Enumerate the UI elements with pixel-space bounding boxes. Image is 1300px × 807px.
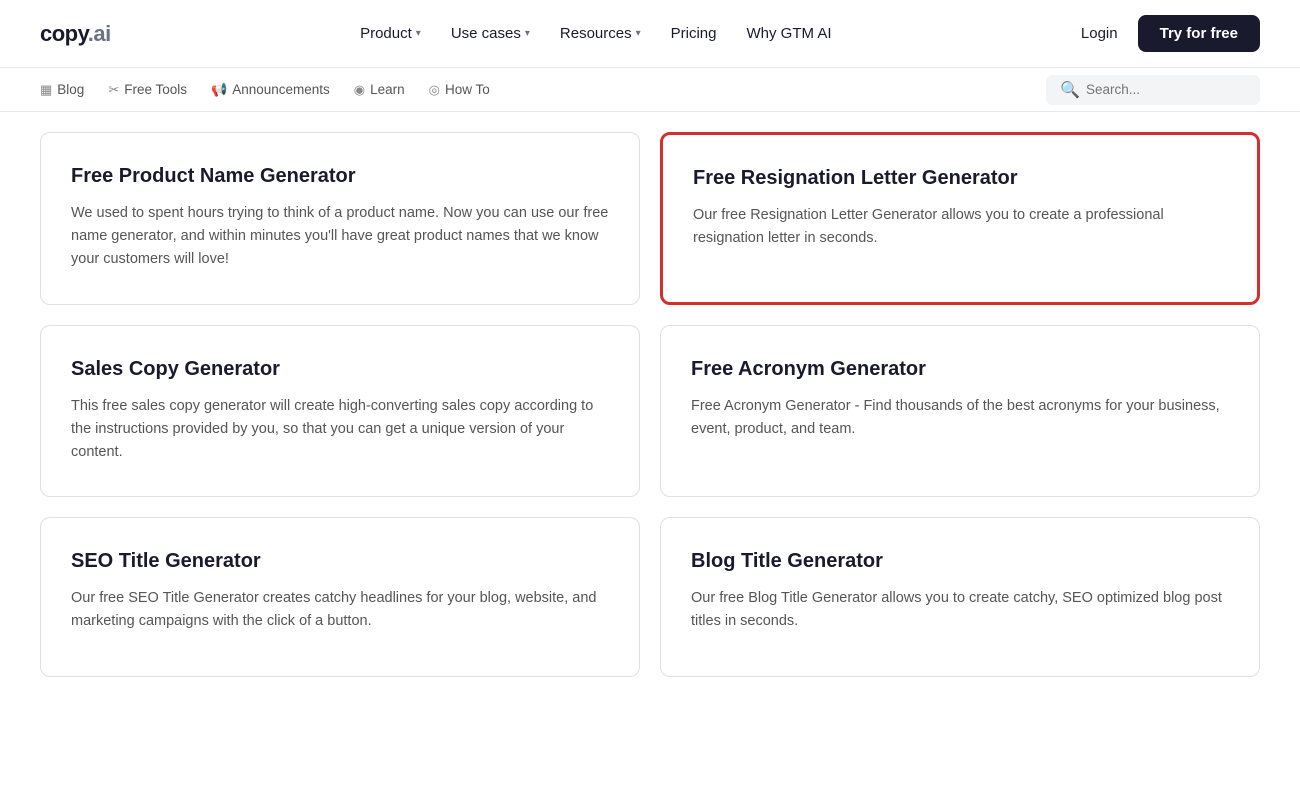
subnav-label: How To [445,82,490,97]
chevron-down-icon: ▾ [416,28,421,39]
chevron-down-icon: ▾ [525,28,530,39]
try-for-free-button[interactable]: Try for free [1138,15,1260,52]
card-title: Blog Title Generator [691,550,1229,573]
search-input[interactable] [1086,82,1246,97]
nav-item-use-cases[interactable]: Use cases▾ [451,25,530,42]
search-icon: 🔍 [1060,80,1080,100]
subnav-label: Blog [57,82,84,97]
card-desc: Free Acronym Generator - Find thousands … [691,395,1229,441]
nav-item-product[interactable]: Product▾ [360,25,421,42]
card-seo-title-generator[interactable]: SEO Title Generator Our free SEO Title Ge… [40,517,640,677]
subnav-item-how-to[interactable]: ◎ How To [429,82,490,98]
chevron-down-icon: ▾ [636,28,641,39]
card-desc: This free sales copy generator will crea… [71,395,609,465]
card-desc: Our free Resignation Letter Generator al… [693,204,1227,250]
logo-dot: .ai [88,21,111,46]
login-button[interactable]: Login [1081,25,1118,42]
cards-grid: Free Product Name Generator We used to sp… [40,132,1260,677]
logo[interactable]: copy.ai [40,21,111,47]
announcements-icon: 📢 [211,82,227,98]
main-nav: Product▾ Use cases▾ Resources▾ Pricing Why G… [360,25,831,42]
search-bar[interactable]: 🔍 [1046,75,1260,105]
card-title: SEO Title Generator [71,550,609,573]
card-desc: We used to spent hours trying to think o… [71,202,609,272]
subnav-item-announcements[interactable]: 📢 Announcements [211,82,330,98]
header-right: Login Try for free [1081,15,1260,52]
free-tools-icon: ✂ [108,82,119,98]
nav-item-resources[interactable]: Resources▾ [560,25,641,42]
card-title: Free Product Name Generator [71,165,609,188]
main-header: copy.ai Product▾ Use cases▾ Resources▾ Pric… [0,0,1300,68]
subnav-label: Announcements [232,82,330,97]
card-title: Sales Copy Generator [71,358,609,381]
learn-icon: ◉ [354,82,365,98]
card-blog-title-generator[interactable]: Blog Title Generator Our free Blog Title … [660,517,1260,677]
card-desc: Our free Blog Title Generator allows you… [691,587,1229,633]
subnav: ▦ Blog ✂ Free Tools 📢 Announcements ◉ Learn ◎ How… [0,68,1300,112]
subnav-item-learn[interactable]: ◉ Learn [354,82,405,98]
card-acronym-generator[interactable]: Free Acronym Generator Free Acronym Gener… [660,325,1260,498]
subnav-label: Learn [370,82,405,97]
subnav-items: ▦ Blog ✂ Free Tools 📢 Announcements ◉ Learn ◎ How… [40,82,1046,98]
subnav-label: Free Tools [124,82,187,97]
nav-item-why-gtm-ai[interactable]: Why GTM AI [746,25,831,42]
card-title: Free Resignation Letter Generator [693,167,1227,190]
card-product-name-generator[interactable]: Free Product Name Generator We used to sp… [40,132,640,305]
nav-item-pricing[interactable]: Pricing [671,25,717,42]
blog-icon: ▦ [40,82,52,98]
card-sales-copy-generator[interactable]: Sales Copy Generator This free sales copy… [40,325,640,498]
how-to-icon: ◎ [429,82,440,98]
subnav-item-blog[interactable]: ▦ Blog [40,82,84,98]
card-title: Free Acronym Generator [691,358,1229,381]
main-content: Free Product Name Generator We used to sp… [0,112,1300,697]
card-resignation-letter-generator[interactable]: Free Resignation Letter Generator Our fre… [660,132,1260,305]
card-desc: Our free SEO Title Generator creates cat… [71,587,609,633]
subnav-item-free-tools[interactable]: ✂ Free Tools [108,82,187,98]
